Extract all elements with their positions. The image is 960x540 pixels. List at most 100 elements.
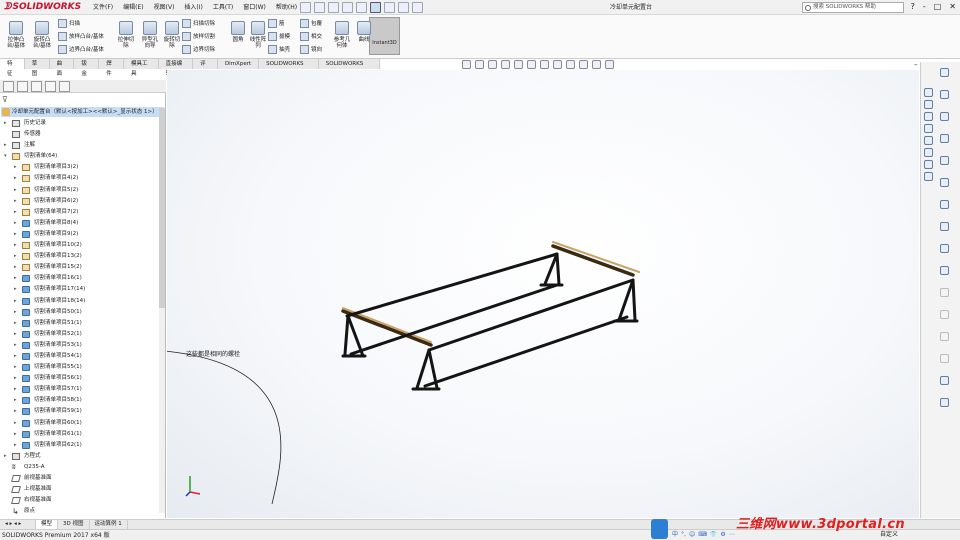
tree-item[interactable]: ▸ 切割清单项目13(2) [0,251,162,262]
menu-item[interactable]: 文件(F) [88,0,118,15]
ribbon-small-intersect[interactable]: 相交 [300,32,322,41]
tree-item[interactable]: ▸ 切割清单项目7(2) [0,207,162,218]
expand-arrow-icon[interactable]: ▸ [14,296,17,307]
expand-arrow-icon[interactable]: ▸ [14,218,17,229]
tree-item[interactable]: ▸ 切割清单项目55(1) [0,362,162,373]
ribbon-small-wrap[interactable]: 包覆 [300,19,322,28]
tree-item[interactable]: ▸ 切割清单项目18(14) [0,296,162,307]
ribbon-button-revolve-boss[interactable]: 旋转凸 台/基体 [30,21,54,49]
tree-item[interactable]: ▸ 切割清单项目57(1) [0,384,162,395]
expand-arrow-icon[interactable]: ▸ [14,429,17,440]
filter-icon[interactable]: ⊽ [2,95,8,104]
expand-arrow-icon[interactable]: ▸ [14,240,17,251]
tree-item[interactable]: ▸ 切割清单项目52(1) [0,329,162,340]
window-control-button[interactable]: □ [934,1,942,13]
appearances-icon[interactable] [924,148,933,157]
view-settings-icon[interactable] [592,60,601,69]
ime-button[interactable]: 中 [672,530,678,540]
expand-arrow-icon[interactable]: ▾ [4,151,7,162]
display-manager-tab-icon[interactable] [59,81,70,92]
tree-scrollbar-thumb[interactable] [159,108,165,308]
accessibility-icon[interactable] [651,519,668,539]
expand-arrow-icon[interactable]: ▸ [14,284,17,295]
expand-arrow-icon[interactable]: ▸ [14,162,17,173]
sketch-circle-icon[interactable] [940,134,949,143]
dynamic-annotation-icon[interactable] [514,60,523,69]
linear-sketch-pattern-icon[interactable] [940,310,949,319]
expand-arrow-icon[interactable]: ▸ [14,251,17,262]
tab-7[interactable]: 评估 [193,59,218,77]
print-icon[interactable] [342,2,353,13]
expand-arrow-icon[interactable]: ▸ [14,406,17,417]
select-icon[interactable] [370,2,381,13]
tab-1[interactable]: 草图 [25,59,50,77]
expand-arrow-icon[interactable]: ▸ [14,318,17,329]
rapid-sketch-icon[interactable] [940,398,949,407]
tree-item[interactable]: 右视基准面 [0,495,162,506]
tree-item[interactable]: ▸ 切割清单项目3(2) [0,162,162,173]
tree-scrollbar[interactable] [159,108,165,513]
tree-item[interactable]: ▸ 切割清单项目8(4) [0,218,162,229]
ribbon-small-draft[interactable]: 拔模 [268,32,290,41]
ribbon-button-revolve-cut[interactable]: 旋转切 除 [160,21,184,49]
view-palette-icon[interactable] [924,136,933,145]
ribbon-small-boundary-boss[interactable]: 边界凸台/基体 [58,45,104,54]
tree-item[interactable]: ▸ 注解 [0,140,162,151]
tree-item[interactable]: ▸ 切割清单项目51(1) [0,318,162,329]
expand-arrow-icon[interactable]: ▸ [14,440,17,451]
ribbon-small-lofted-cut[interactable]: 放样切割 [182,32,215,41]
hide-show-items-icon[interactable] [553,60,562,69]
tree-item[interactable]: ▸ 切割清单项目60(1) [0,418,162,429]
tree-item[interactable]: ▾ 切割清单(64) [0,151,162,162]
ribbon-button-extrude-cut[interactable]: 拉伸切 除 [114,21,138,49]
ime-button[interactable]: ⋯ [729,530,735,540]
tree-item[interactable]: ▸ 切割清单项目58(1) [0,395,162,406]
menu-item[interactable]: 窗口(W) [238,0,271,15]
expand-arrow-icon[interactable]: ▸ [14,329,17,340]
window-control-button[interactable]: - [923,1,926,13]
view-orientation-icon[interactable] [527,60,536,69]
tree-item[interactable]: ▸ 切割清单项目5(2) [0,185,162,196]
tree-item[interactable]: ▸ 切割清单项目53(1) [0,340,162,351]
tab-0[interactable]: 特征 [0,59,25,77]
tab-8[interactable]: DimXpert [218,59,260,69]
menu-item[interactable]: 插入(I) [179,0,207,15]
tab-3[interactable]: 钣金 [74,59,100,77]
new-document-icon[interactable] [300,2,311,13]
tree-item[interactable]: ▸ 切割清单项目54(1) [0,351,162,362]
rebuild-icon[interactable] [384,2,395,13]
tab-navigation-arrows[interactable]: ◂ ▸ ◂ ▸ [0,520,36,529]
ribbon-small-sweep[interactable]: 扫描 [58,19,80,28]
ribbon-small-swept-cut[interactable]: 扫描切除 [182,19,215,28]
status-customize[interactable]: 自定义 [880,530,898,540]
expand-arrow-icon[interactable]: ▸ [14,373,17,384]
sketch-spline-icon[interactable] [940,178,949,187]
design-library-icon[interactable] [924,112,933,121]
ribbon-small-shell[interactable]: 抽壳 [268,45,290,54]
edit-appearance-icon[interactable] [566,60,575,69]
ribbon-small-mirror[interactable]: 镜向 [300,45,322,54]
menu-item[interactable]: 编辑(E) [118,0,148,15]
solidworks-logo[interactable]: ᗫSOLIDWORKS [4,1,81,14]
bottom-tab[interactable]: 运动算例 1 [90,520,128,529]
display-pane-icon[interactable] [605,60,614,69]
resources-icon[interactable] [924,100,933,109]
tree-item[interactable]: ▸ 切割清单项目61(1) [0,429,162,440]
dimxpert-manager-tab-icon[interactable] [45,81,56,92]
bottom-tab[interactable]: 3D 视图 [58,520,90,529]
expand-arrow-icon[interactable]: ▸ [14,273,17,284]
tree-root-part[interactable]: 冷却单元配置台（默认<按加工><<默认>_显示状态 1>） [1,107,164,117]
ime-button[interactable]: ☺ [689,530,695,540]
sketch-text-icon[interactable] [940,222,949,231]
trim-icon[interactable] [940,244,949,253]
bottom-tab[interactable]: 模型 [36,520,59,529]
expand-arrow-icon[interactable]: ▸ [14,173,17,184]
zoom-to-fit-icon[interactable] [462,60,471,69]
ribbon-small-loft[interactable]: 放样凸台/基体 [58,32,104,41]
relations-icon[interactable] [940,354,949,363]
tree-item[interactable]: ▸ 切割清单项目4(2) [0,173,162,184]
ribbon-button-hole-wizard[interactable]: 异型孔 向导 [138,21,162,49]
ime-button[interactable]: ⌨ [698,530,707,540]
solidworks-forum-icon[interactable] [924,172,933,181]
zoom-to-area-icon[interactable] [475,60,484,69]
